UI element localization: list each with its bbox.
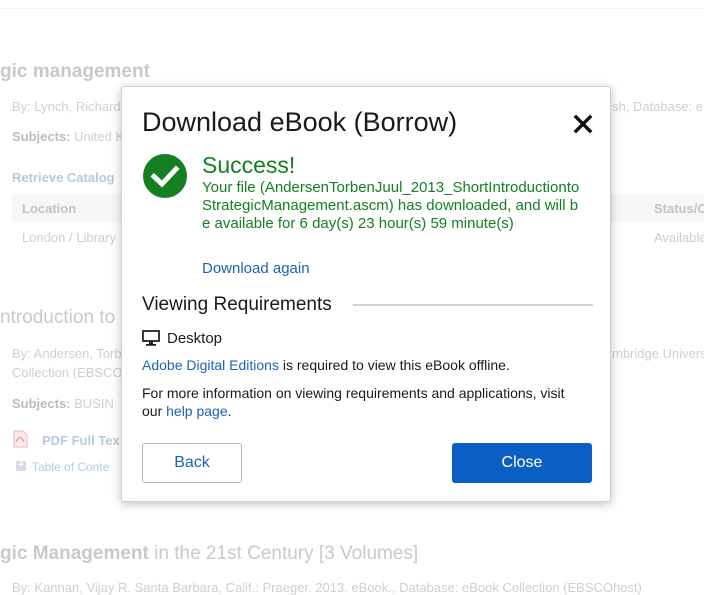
close-icon bbox=[573, 114, 593, 134]
result-byline-2: By: Andersen, Torb bbox=[12, 346, 122, 361]
pdf-full-text-link[interactable]: PDF Full Tex bbox=[42, 433, 120, 448]
desktop-requirement: Desktop bbox=[142, 328, 222, 348]
result-subjects-1: Subjects: United K bbox=[12, 129, 124, 144]
close-dialog-button[interactable] bbox=[568, 109, 598, 139]
download-ebook-dialog: Download eBook (Borrow) Success! Your fi… bbox=[121, 86, 611, 502]
result-database-1: sh, Database: e bbox=[612, 99, 704, 114]
success-message: Your file (AndersenTorbenJuul_2013_Short… bbox=[202, 179, 580, 232]
result-byline-3: By: Kannan, Vijay R. Santa Barbara, Cali… bbox=[12, 580, 642, 595]
result-subjects-2: Subjects: BUSIN bbox=[12, 396, 114, 411]
more-info-text: For more information on viewing requirem… bbox=[142, 384, 582, 420]
subjects-label: Subjects: bbox=[12, 396, 71, 411]
close-button[interactable]: Close bbox=[452, 443, 592, 483]
col-status: Status/C bbox=[654, 201, 704, 216]
result-title-1[interactable]: gic management bbox=[0, 61, 150, 83]
result-collection-2: Collection (EBSCO bbox=[12, 365, 123, 380]
back-button[interactable]: Back bbox=[142, 443, 242, 483]
adobe-requirement-suffix: is required to view this eBook offline. bbox=[278, 357, 510, 373]
result-title-3-rest: in the 21st Century [3 Volumes] bbox=[148, 543, 419, 564]
result-publisher-2: mbridge Univers bbox=[612, 346, 704, 361]
result-title-3-bold: gic Management bbox=[0, 543, 149, 564]
success-heading: Success! bbox=[202, 152, 296, 178]
check-circle-icon bbox=[143, 154, 187, 198]
result-byline-1: By: Lynch, Richard bbox=[12, 99, 121, 114]
subjects-value[interactable]: United K bbox=[74, 129, 124, 144]
more-info-end: . bbox=[227, 403, 232, 419]
col-location: Location bbox=[22, 201, 77, 216]
pdf-icon bbox=[13, 430, 28, 448]
cell-location: London / Library bbox=[22, 230, 116, 245]
table-of-contents-link[interactable]: Table of Conte bbox=[32, 460, 109, 474]
header-divider bbox=[0, 8, 704, 9]
retrieve-catalog-link[interactable]: Retrieve Catalog bbox=[12, 170, 115, 185]
download-again-link[interactable]: Download again bbox=[202, 260, 310, 277]
help-page-link[interactable]: help page bbox=[166, 403, 228, 419]
result-title-3[interactable]: gic Management in the 21st Century [3 Vo… bbox=[0, 543, 418, 565]
subjects-label: Subjects: bbox=[12, 129, 71, 144]
success-block: Success! Your file (AndersenTorbenJuul_2… bbox=[202, 151, 592, 233]
subjects-value[interactable]: BUSIN bbox=[74, 396, 114, 411]
adobe-requirement-text: Adobe Digital Editions is required to vi… bbox=[142, 357, 510, 373]
dialog-title: Download eBook (Borrow) bbox=[142, 107, 458, 137]
desktop-icon bbox=[142, 330, 160, 346]
cell-status: Available bbox=[654, 230, 704, 245]
section-divider bbox=[353, 304, 593, 306]
result-title-2[interactable]: ntroduction to bbox=[0, 307, 115, 329]
desktop-label: Desktop bbox=[167, 329, 223, 347]
plus-icon[interactable]: + bbox=[16, 461, 26, 471]
viewing-requirements-heading: Viewing Requirements bbox=[142, 294, 332, 315]
adobe-digital-editions-link[interactable]: Adobe Digital Editions bbox=[142, 357, 279, 373]
